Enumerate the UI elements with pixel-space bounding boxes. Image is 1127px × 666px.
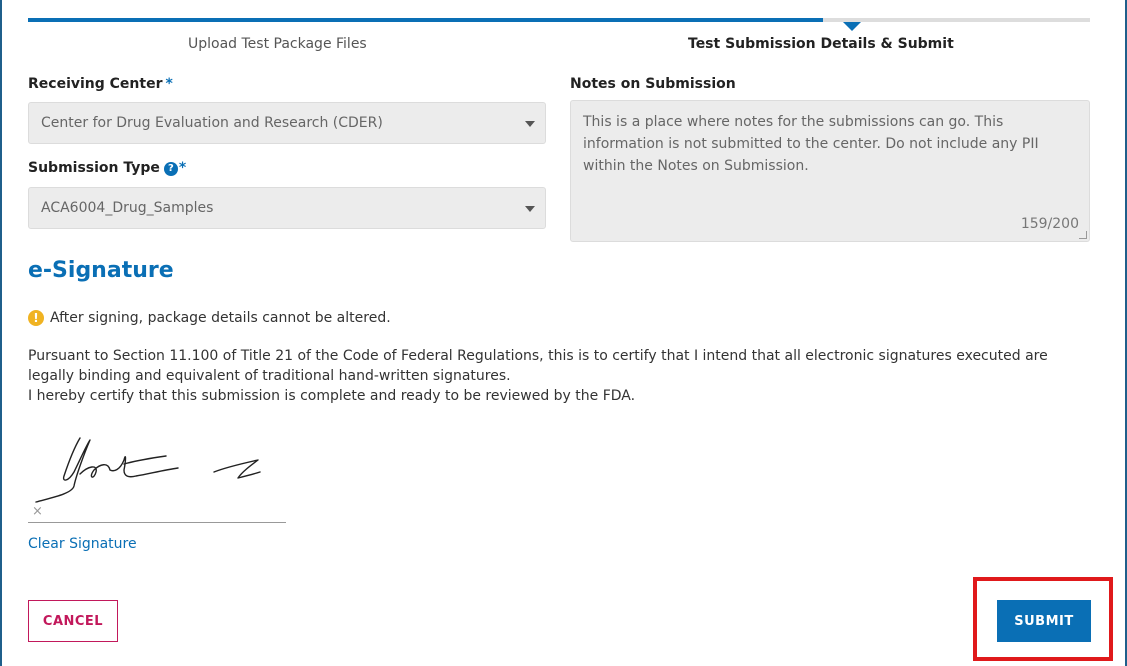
submission-type-value: ACA6004_Drug_Samples: [41, 200, 214, 216]
warning-icon: !: [28, 310, 44, 326]
step-submission-details[interactable]: Test Submission Details & Submit: [688, 36, 954, 52]
signature-x-marker: ×: [32, 504, 43, 519]
step-upload-files[interactable]: Upload Test Package Files: [188, 36, 367, 52]
cancel-button[interactable]: CANCEL: [28, 600, 118, 642]
signing-warning: ! After signing, package details cannot …: [28, 310, 391, 326]
submit-button[interactable]: SUBMIT: [997, 600, 1091, 642]
certification-paragraph-1: Pursuant to Section 11.100 of Title 21 o…: [28, 348, 1048, 384]
signature-pad[interactable]: ×: [28, 420, 286, 524]
receiving-center-value: Center for Drug Evaluation and Research …: [41, 115, 383, 131]
notes-character-count: 159/200: [1020, 216, 1079, 232]
resize-handle-icon[interactable]: [1079, 231, 1087, 239]
progress-stepper: Upload Test Package Files Test Submissio…: [28, 14, 1090, 54]
notes-textarea[interactable]: This is a place where notes for the subm…: [570, 100, 1090, 242]
notes-label: Notes on Submission: [570, 76, 736, 92]
current-step-marker-icon: [843, 22, 861, 31]
signature-stroke: [35, 437, 261, 503]
receiving-center-select[interactable]: Center for Drug Evaluation and Research …: [28, 102, 546, 144]
receiving-center-label: Receiving Center *: [28, 76, 173, 92]
chevron-down-icon: [525, 206, 535, 212]
warning-text: After signing, package details cannot be…: [50, 310, 391, 326]
clear-signature-link[interactable]: Clear Signature: [28, 536, 137, 552]
required-marker: *: [178, 160, 187, 176]
required-marker: *: [165, 76, 173, 92]
certification-text: Pursuant to Section 11.100 of Title 21 o…: [28, 346, 1093, 406]
chevron-down-icon: [525, 121, 535, 127]
submission-type-select[interactable]: ACA6004_Drug_Samples: [28, 187, 546, 229]
help-icon[interactable]: ?: [163, 162, 178, 176]
notes-value: This is a place where notes for the subm…: [583, 114, 1039, 174]
signature-line: [28, 522, 286, 523]
submission-type-label-text: Submission Type: [28, 160, 160, 176]
esignature-heading: e-Signature: [28, 258, 174, 283]
receiving-center-label-text: Receiving Center: [28, 76, 163, 92]
certification-paragraph-2: I hereby certify that this submission is…: [28, 388, 636, 404]
submission-type-label: Submission Type? *: [28, 160, 186, 176]
stepper-progress: [28, 18, 823, 22]
